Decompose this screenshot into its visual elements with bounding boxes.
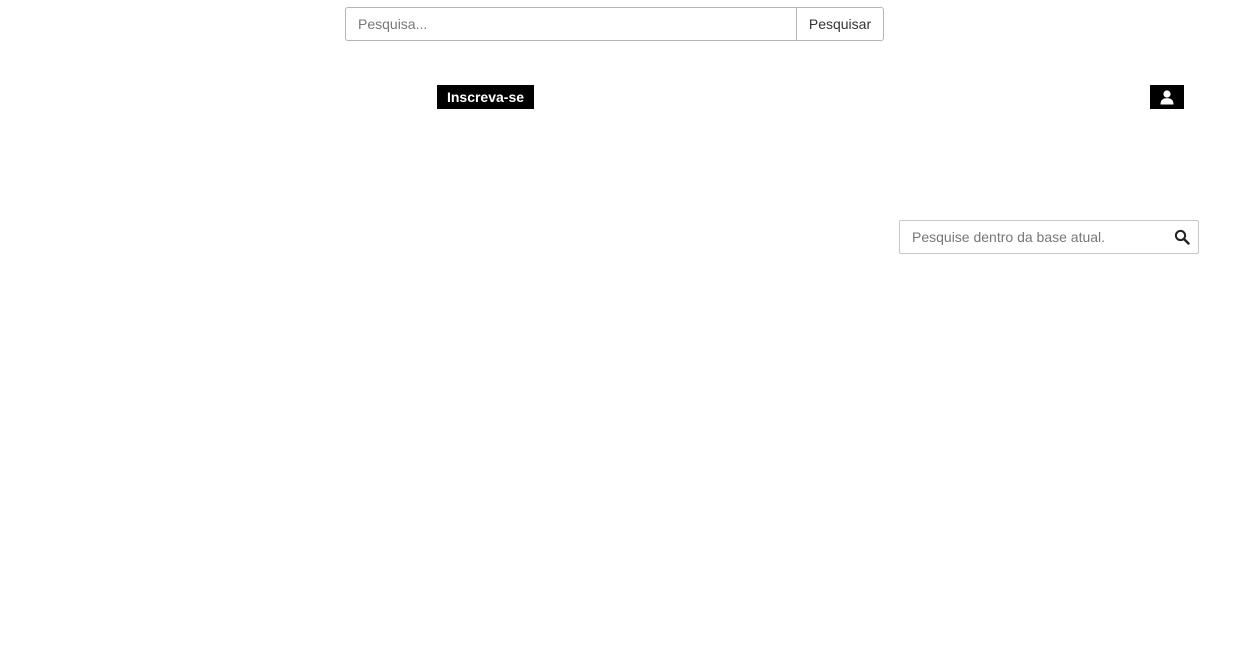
- user-icon: [1160, 90, 1174, 105]
- top-search-input[interactable]: [345, 7, 796, 41]
- base-search-button[interactable]: [1166, 221, 1198, 253]
- top-search-button[interactable]: Pesquisar: [796, 7, 884, 41]
- user-account-button[interactable]: [1150, 85, 1184, 109]
- top-search-form: Pesquisar: [345, 7, 884, 41]
- subscribe-button[interactable]: Inscreva-se: [437, 85, 534, 109]
- base-search-input[interactable]: [900, 221, 1166, 253]
- page: Pesquisar Inscreva-se: [0, 0, 1237, 656]
- base-search-box: [899, 220, 1199, 254]
- search-icon: [1174, 229, 1190, 245]
